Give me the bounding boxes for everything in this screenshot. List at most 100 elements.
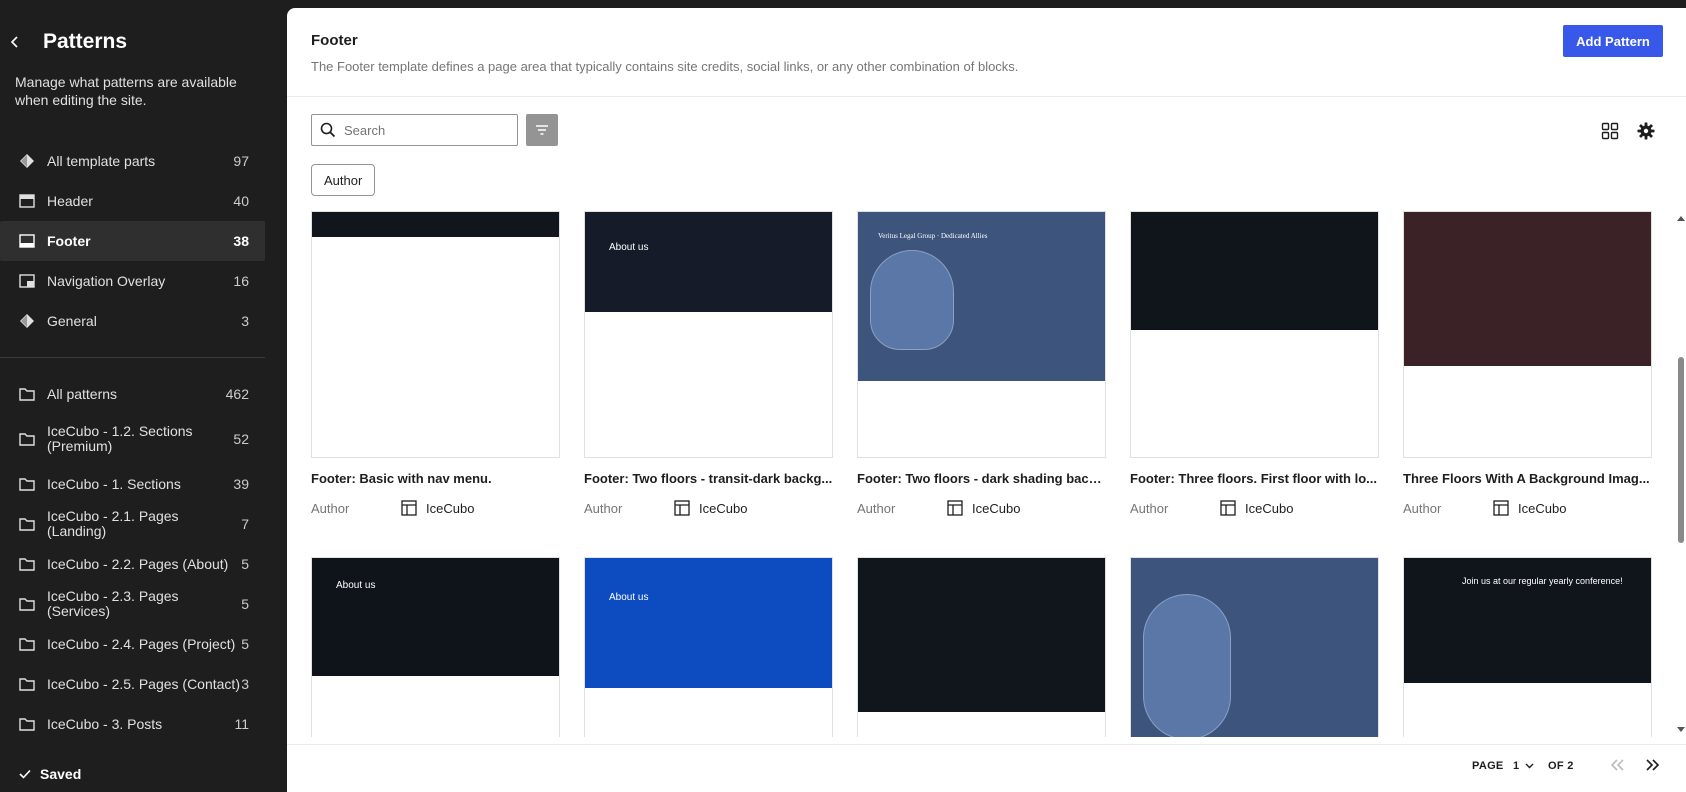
pattern-meta: Author IceCubo: [1403, 499, 1652, 517]
pattern-preview[interactable]: About us: [584, 211, 833, 458]
layout-icon: [674, 499, 692, 517]
pattern-preview[interactable]: [311, 211, 560, 458]
pattern-card[interactable]: Footer: Three floors. First floor with l…: [1130, 211, 1379, 517]
preview-fill: [1131, 558, 1378, 737]
pattern-card[interactable]: Footer: Basic with nav menu. Author IceC…: [311, 211, 560, 517]
preview-heading: Veritus Legal Group · Dedicated Allies: [878, 232, 988, 240]
sidebar-item-navigation-overlay[interactable]: Navigation Overlay 16: [0, 261, 265, 301]
pattern-card[interactable]: About us: [584, 557, 833, 737]
preview-fill: [1404, 212, 1651, 367]
pattern-preview[interactable]: Join us at our regular yearly conference…: [1403, 557, 1652, 737]
sidebar-item-posts[interactable]: IceCubo - 3. Posts 11: [0, 704, 265, 744]
pattern-preview[interactable]: [1130, 557, 1379, 737]
grid-view-button[interactable]: [1598, 119, 1622, 143]
pattern-card[interactable]: [857, 557, 1106, 737]
author-label: Author: [311, 500, 350, 516]
author-name: IceCubo: [699, 500, 748, 516]
preview-fill: Join us at our regular yearly conference…: [1404, 558, 1651, 683]
page-total: OF 2: [1548, 760, 1574, 772]
sidebar-item-sections-premium[interactable]: IceCubo - 1.2. Sections (Premium) 52: [0, 414, 265, 464]
preview-fill: Veritus Legal Group · Dedicated Allies: [858, 212, 1105, 382]
view-options-button[interactable]: [1634, 119, 1658, 143]
pattern-meta: Author IceCubo: [311, 499, 560, 517]
sidebar-description: Manage what patterns are available when …: [15, 74, 237, 108]
sidebar-item-pages-project[interactable]: IceCubo - 2.4. Pages (Project) 5: [0, 624, 265, 664]
author-filter-chip[interactable]: Author: [311, 164, 376, 196]
folder-icon: [16, 713, 38, 735]
sidebar: Patterns Manage what patterns are availa…: [0, 0, 287, 792]
author-label: Author: [1403, 500, 1442, 516]
pattern-preview[interactable]: About us: [311, 557, 560, 737]
sidebar-item-pages-contact[interactable]: IceCubo - 2.5. Pages (Contact) 3: [0, 664, 265, 704]
search-box[interactable]: [311, 114, 518, 146]
layout-icon: [947, 499, 965, 517]
pattern-card[interactable]: About us Footer: Two floors - transit-da…: [584, 211, 833, 517]
pattern-title[interactable]: Footer: Two floors - transit-dark backg.…: [584, 471, 833, 486]
sidebar-item-sections[interactable]: IceCubo - 1. Sections 39: [0, 464, 265, 504]
pattern-card[interactable]: Join us at our regular yearly conference…: [1403, 557, 1652, 737]
pattern-card[interactable]: Three Floors With A Background Imag... A…: [1403, 211, 1652, 517]
template-parts-nav: All template parts 97 Header 40 Footer 3…: [0, 141, 265, 341]
page-header: Footer The Footer template defines a pag…: [287, 8, 1686, 97]
folder-icon: [16, 553, 38, 575]
back-button[interactable]: [0, 27, 30, 57]
diamond-icon: [16, 310, 38, 332]
folder-icon: [16, 593, 38, 615]
pattern-preview[interactable]: [1130, 211, 1379, 458]
filter-button[interactable]: [526, 114, 558, 146]
sidebar-item-pages-services[interactable]: IceCubo - 2.3. Pages (Services) 5: [0, 584, 265, 624]
sidebar-item-general[interactable]: General 3: [0, 301, 265, 341]
search-icon: [320, 122, 336, 138]
sidebar-item-all-patterns[interactable]: All patterns 462: [0, 374, 265, 414]
check-icon: [19, 769, 31, 779]
pattern-preview[interactable]: Veritus Legal Group · Dedicated Allies: [857, 211, 1106, 458]
page-select[interactable]: 1: [1513, 760, 1534, 772]
page-title: Footer: [311, 32, 358, 49]
folder-icon: [16, 633, 38, 655]
view-controls: [1598, 119, 1658, 143]
double-chevron-left-icon: [1610, 759, 1624, 771]
preview-fill: [1131, 212, 1378, 330]
sidebar-item-pages-about[interactable]: IceCubo - 2.2. Pages (About) 5: [0, 544, 265, 584]
layout-icon: [401, 499, 419, 517]
author-label: Author: [1130, 500, 1169, 516]
sidebar-divider: [0, 357, 265, 358]
pattern-title[interactable]: Footer: Basic with nav menu.: [311, 471, 560, 486]
filter-icon: [536, 125, 548, 135]
patterns-grid: Footer: Basic with nav menu. Author IceC…: [311, 211, 1655, 737]
search-input[interactable]: [344, 122, 504, 138]
scrollbar-thumb[interactable]: [1678, 357, 1684, 543]
folder-icon: [16, 513, 38, 535]
sidebar-item-pages-landing[interactable]: IceCubo - 2.1. Pages (Landing) 7: [0, 504, 265, 544]
pattern-title[interactable]: Three Floors With A Background Imag...: [1403, 471, 1652, 486]
sidebar-item-all-template-parts[interactable]: All template parts 97: [0, 141, 265, 181]
pattern-title[interactable]: Footer: Two floors - dark shading back..…: [857, 471, 1106, 486]
pagination-bar: PAGE 1 OF 2: [287, 744, 1686, 792]
pattern-card[interactable]: About us: [311, 557, 560, 737]
gear-icon: [1637, 122, 1655, 140]
previous-page-button[interactable]: [1609, 758, 1625, 777]
pattern-card[interactable]: [1130, 557, 1379, 737]
sidebar-item-header[interactable]: Header 40: [0, 181, 265, 221]
scrollbar[interactable]: [1676, 215, 1685, 733]
saved-status: Saved: [18, 766, 81, 782]
pattern-meta: Author IceCubo: [857, 499, 1106, 517]
pattern-preview[interactable]: [1403, 211, 1652, 458]
pattern-card[interactable]: Veritus Legal Group · Dedicated Allies F…: [857, 211, 1106, 517]
page-description: The Footer template defines a page area …: [311, 59, 1019, 74]
pattern-preview[interactable]: [857, 557, 1106, 737]
add-pattern-button[interactable]: Add Pattern: [1563, 25, 1663, 57]
pattern-preview[interactable]: About us: [584, 557, 833, 737]
sidebar-item-footer[interactable]: Footer 38: [0, 221, 265, 261]
pattern-title[interactable]: Footer: Three floors. First floor with l…: [1130, 471, 1379, 486]
navigation-overlay-icon: [16, 270, 38, 292]
author-name: IceCubo: [972, 500, 1021, 516]
layout-icon: [1493, 499, 1511, 517]
preview-fill: About us: [312, 558, 559, 676]
author-label: Author: [584, 500, 623, 516]
next-page-button[interactable]: [1645, 758, 1661, 777]
preview-fill: About us: [585, 212, 832, 313]
preview-fill: [858, 558, 1105, 713]
author-name: IceCubo: [426, 500, 475, 516]
preview-fill: [312, 212, 559, 237]
